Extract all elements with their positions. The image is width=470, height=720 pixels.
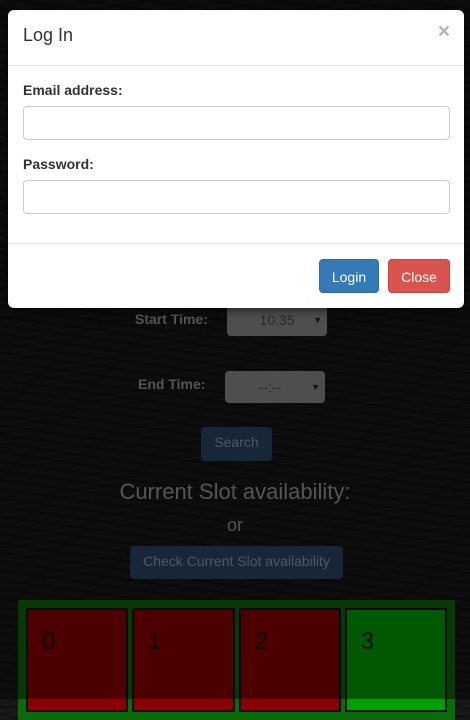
- close-button[interactable]: Close: [388, 259, 450, 293]
- login-modal: Log In × Email address: Password: Login …: [8, 10, 464, 308]
- modal-footer: Login Close: [8, 244, 464, 307]
- login-button[interactable]: Login: [319, 259, 379, 293]
- password-label: Password:: [23, 156, 94, 172]
- modal-title: Log In: [23, 25, 74, 45]
- email-label: Email address:: [23, 82, 123, 98]
- password-field[interactable]: [23, 180, 450, 214]
- email-field[interactable]: [23, 106, 450, 140]
- modal-header: Log In ×: [8, 10, 464, 66]
- modal-body: Email address: Password:: [8, 66, 464, 244]
- close-icon[interactable]: ×: [438, 20, 450, 44]
